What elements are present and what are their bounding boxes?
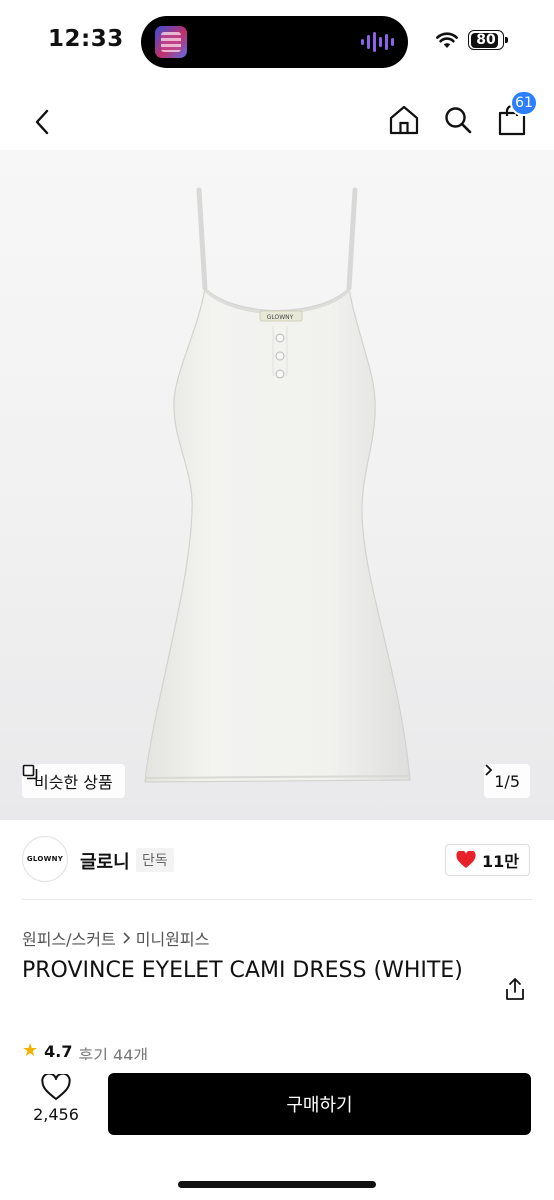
similar-products-label: 비슷한 상품 (34, 773, 113, 792)
wifi-icon (436, 32, 458, 48)
divider (22, 899, 532, 900)
dress-photo: GLOWNY (144, 187, 411, 783)
status-time: 12:33 (48, 26, 124, 52)
wishlist-count: 2,456 (33, 1105, 79, 1124)
brand-logo[interactable]: GLOWNY (22, 836, 68, 882)
buy-button[interactable]: 구매하기 (108, 1073, 531, 1135)
search-icon (445, 107, 472, 134)
similar-products-button[interactable]: 비슷한 상품 (22, 764, 125, 798)
home-indicator[interactable] (178, 1181, 376, 1188)
wishlist-button[interactable]: 2,456 (22, 1074, 90, 1136)
exclusive-badge: 단독 (136, 848, 174, 872)
product-image-gallery[interactable]: GLOWNY 비슷한 상품 1/5 (0, 150, 554, 820)
cart-count-badge: 61 (510, 90, 538, 116)
audio-waveform-icon (361, 31, 394, 53)
chevron-left-icon (35, 109, 49, 135)
breadcrumb-category[interactable]: 원피스/스커트 (22, 926, 116, 950)
share-button[interactable] (500, 974, 530, 1004)
breadcrumb: 원피스/스커트 미니원피스 (22, 926, 209, 950)
share-icon (506, 978, 524, 1000)
cart-button[interactable]: 61 (494, 90, 538, 140)
heart-outline-icon (41, 1074, 71, 1100)
heart-filled-icon (456, 851, 476, 868)
top-nav: 61 (0, 90, 554, 150)
now-playing-app-icon (155, 26, 187, 58)
review-count: 후기 44개 (78, 1046, 149, 1062)
rating-score: 4.7 (44, 1042, 73, 1061)
rating-row[interactable]: ★ 4.7 후기 44개 (22, 1042, 148, 1062)
star-icon: ★ (22, 1042, 39, 1061)
product-title: PROVINCE EYELET CAMI DRESS (WHITE) (22, 958, 463, 983)
image-pager-button[interactable]: 1/5 (484, 764, 530, 798)
chevron-right-icon (123, 932, 130, 944)
brand-row: GLOWNY 글로니 단독 11만 (0, 832, 554, 892)
chevron-right-icon (485, 764, 493, 776)
dress-brand-label: GLOWNY (267, 314, 294, 321)
status-bar: 12:33 80 (0, 0, 554, 82)
page-indicator: 1/5 (494, 771, 520, 791)
home-icon (389, 105, 419, 135)
home-button[interactable] (386, 100, 422, 140)
brand-like-button[interactable]: 11만 (445, 844, 530, 876)
dynamic-island[interactable] (141, 16, 408, 68)
battery-level: 80 (476, 32, 496, 48)
copy-icon (22, 764, 38, 780)
bottom-action-bar: 2,456 구매하기 (0, 1060, 554, 1200)
brand-like-count: 11만 (482, 852, 519, 871)
back-button[interactable] (22, 102, 62, 142)
brand-name[interactable]: 글로니 (80, 848, 130, 874)
breadcrumb-subcategory[interactable]: 미니원피스 (136, 926, 210, 950)
battery-indicator: 80 (468, 30, 508, 50)
search-button[interactable] (440, 100, 476, 140)
